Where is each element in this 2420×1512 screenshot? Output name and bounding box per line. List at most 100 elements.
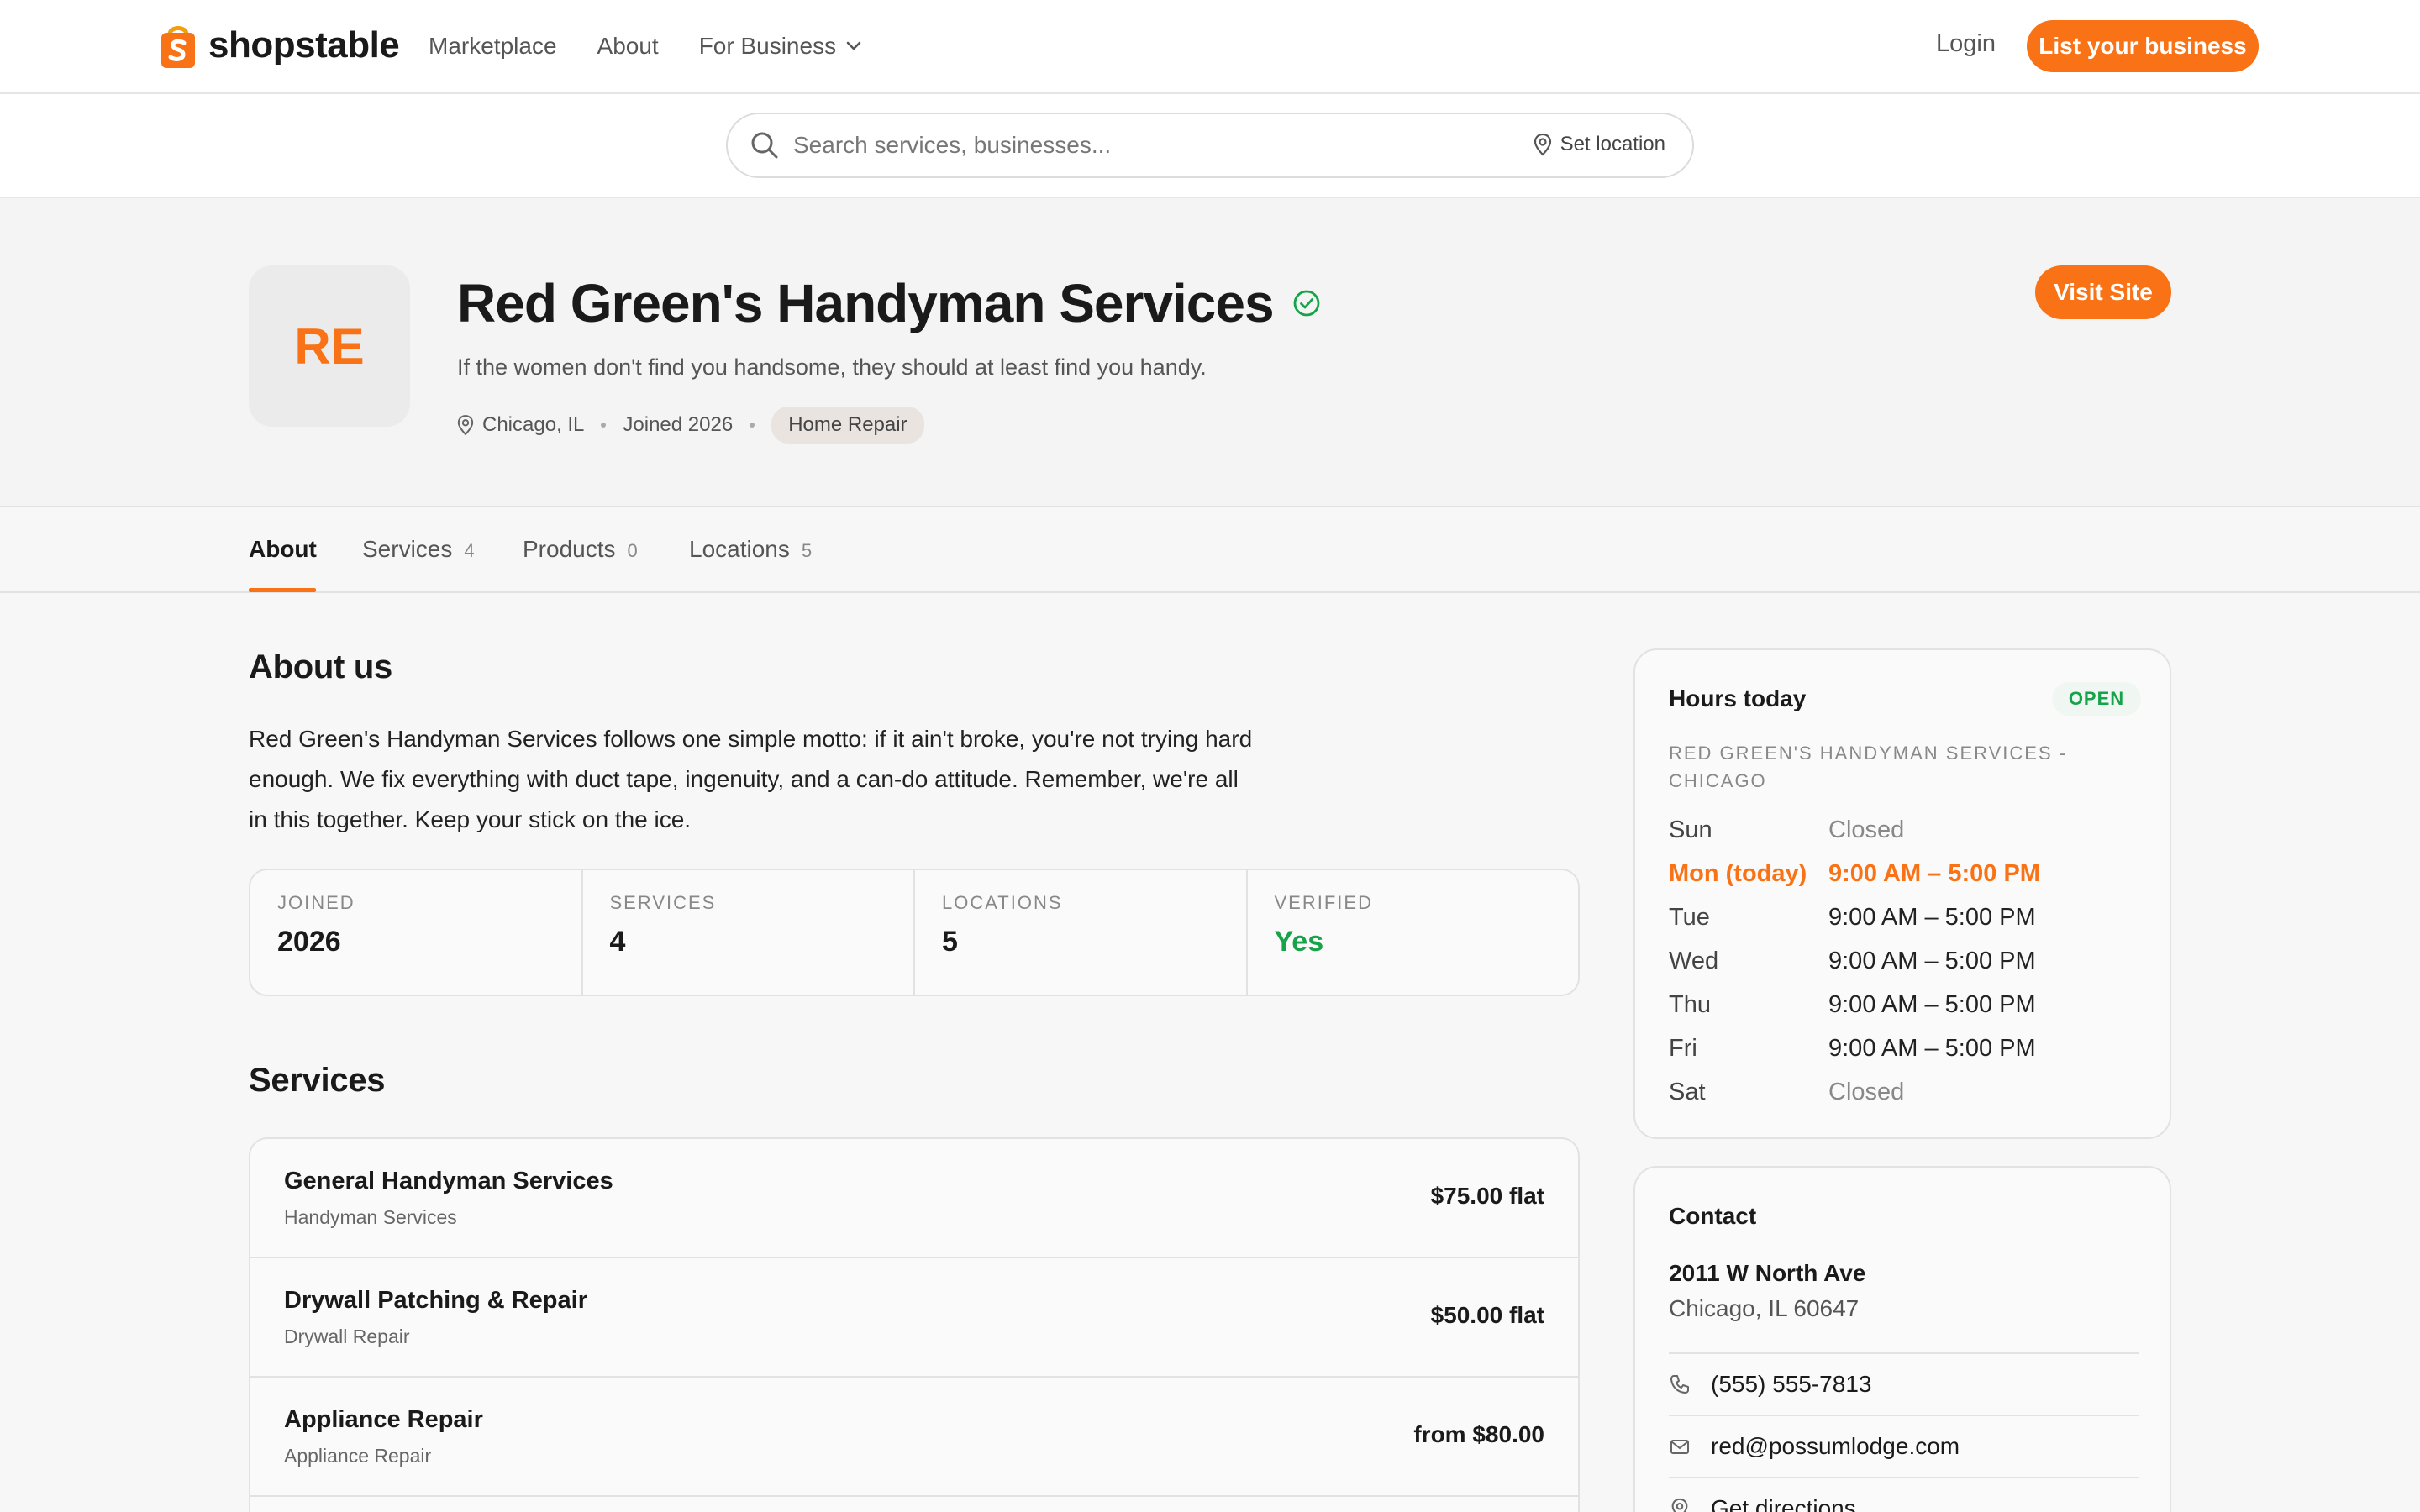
- set-location-button[interactable]: Set location: [1534, 133, 1665, 156]
- nav-link-for-business[interactable]: For Business: [699, 33, 861, 60]
- visit-site-button[interactable]: Visit Site: [2035, 265, 2171, 319]
- email-link[interactable]: red@possumlodge.com: [1669, 1415, 2139, 1477]
- hours-row: Thu 9:00 AM – 5:00 PM: [1669, 983, 2139, 1026]
- service-category: Drywall Repair: [284, 1326, 410, 1347]
- hours-day: Fri: [1669, 1034, 1697, 1062]
- hours-day: Mon (today): [1669, 859, 1807, 887]
- chevron-down-icon: [846, 41, 861, 50]
- tab-products[interactable]: Products 0: [523, 507, 638, 591]
- list-your-business-button[interactable]: List your business: [2027, 20, 2259, 72]
- tab-label: Services: [362, 536, 453, 562]
- hours-time: 9:00 AM – 5:00 PM: [1828, 859, 2040, 887]
- category-badge[interactable]: Home Repair: [771, 407, 924, 444]
- business-title: Red Green's Handyman Services: [457, 272, 1321, 334]
- stat-value: 2026: [277, 926, 341, 958]
- service-category: Appliance Repair: [284, 1445, 432, 1467]
- hours-time: 9:00 AM – 5:00 PM: [1828, 947, 2036, 974]
- hours-day: Sat: [1669, 1078, 1706, 1105]
- service-name: Drywall Patching & Repair: [284, 1287, 587, 1314]
- contact-card: Contact 2011 W North Ave Chicago, IL 606…: [1634, 1166, 2171, 1512]
- hours-time: 9:00 AM – 5:00 PM: [1828, 990, 2036, 1018]
- stat-locations: LOCATIONS 5: [915, 870, 1248, 995]
- services-heading: Services: [249, 1062, 386, 1099]
- tab-about[interactable]: About: [249, 507, 317, 591]
- hours-time: Closed: [1828, 1078, 1905, 1105]
- search-section: Set location: [0, 94, 2420, 198]
- service-price: $75.00 flat: [1430, 1183, 1544, 1209]
- get-directions-label: Get directions: [1711, 1495, 1856, 1512]
- tab-count: 0: [627, 540, 638, 561]
- open-status-badge: OPEN: [2052, 682, 2141, 716]
- set-location-label: Set location: [1560, 133, 1665, 155]
- tab-count: 4: [464, 540, 475, 561]
- tab-services[interactable]: Services 4: [362, 507, 475, 591]
- stat-verified: VERIFIED Yes: [1248, 870, 1579, 995]
- contact-title: Contact: [1669, 1203, 1757, 1229]
- phone-number: (555) 555-7813: [1711, 1371, 1872, 1397]
- brand-logo[interactable]: shopstable: [160, 17, 400, 74]
- location-pin-icon: [457, 415, 474, 436]
- location-pin-icon: [1671, 1498, 1688, 1512]
- address-city: Chicago, IL 60647: [1669, 1295, 1860, 1321]
- stat-joined: JOINED 2026: [250, 870, 583, 995]
- shopping-bag-icon: [160, 21, 197, 70]
- nav-link-for-business-label: For Business: [698, 33, 837, 59]
- hours-card: Hours today OPEN RED GREEN'S HANDYMAN SE…: [1634, 648, 2171, 1139]
- stat-services: SERVICES 4: [583, 870, 915, 995]
- stat-label: LOCATIONS: [942, 892, 1063, 913]
- service-row[interactable]: General Handyman Services Handyman Servi…: [250, 1139, 1578, 1258]
- tab-locations[interactable]: Locations 5: [689, 507, 812, 591]
- top-navbar: shopstable Marketplace About For Busines…: [0, 0, 2420, 94]
- business-tagline: If the women don't find you handsome, th…: [457, 354, 1207, 380]
- business-name: Red Green's Handyman Services: [457, 273, 1275, 333]
- address-street: 2011 W North Ave: [1669, 1260, 1866, 1286]
- brand-name: shopstable: [208, 24, 400, 66]
- business-meta: Chicago, IL Joined 2026 Home Repair: [457, 407, 924, 444]
- about-heading: About us: [249, 648, 392, 685]
- business-avatar: RE: [249, 265, 410, 427]
- tab-label: About: [249, 536, 317, 562]
- main-nav: Marketplace About For Business: [429, 0, 861, 92]
- services-list: General Handyman Services Handyman Servi…: [249, 1137, 1580, 1512]
- phone-link[interactable]: (555) 555-7813: [1669, 1352, 2139, 1415]
- hours-row-today: Mon (today) 9:00 AM – 5:00 PM: [1669, 852, 2139, 895]
- search-input[interactable]: [793, 132, 1516, 159]
- login-link[interactable]: Login: [1936, 30, 1996, 58]
- hours-time: 9:00 AM – 5:00 PM: [1828, 1034, 2036, 1062]
- hours-day: Wed: [1669, 947, 1719, 974]
- stat-label: JOINED: [277, 892, 355, 913]
- hours-time: 9:00 AM – 5:00 PM: [1828, 903, 2036, 931]
- hours-row: Sat Closed: [1669, 1070, 2139, 1114]
- service-name: Appliance Repair: [284, 1406, 483, 1433]
- verified-check-icon: [1293, 290, 1319, 317]
- business-joined: Joined 2026: [623, 413, 734, 436]
- service-price: from $80.00: [1413, 1421, 1544, 1447]
- stat-label: VERIFIED: [1274, 892, 1373, 913]
- stat-value: 4: [609, 926, 626, 958]
- get-directions-link[interactable]: Get directions: [1669, 1477, 2139, 1512]
- search-bar: Set location: [726, 113, 1694, 178]
- hours-day: Tue: [1669, 903, 1710, 931]
- stat-value: Yes: [1274, 926, 1324, 958]
- hours-time: Closed: [1828, 816, 1905, 843]
- stat-label: SERVICES: [609, 892, 717, 913]
- email-address: red@possumlodge.com: [1711, 1433, 1960, 1459]
- active-tab-indicator: [249, 588, 316, 592]
- hours-title: Hours today: [1669, 685, 1807, 711]
- service-row[interactable]: Appliance Repair Appliance Repair from $…: [250, 1378, 1578, 1497]
- phone-icon: [1670, 1375, 1689, 1394]
- service-row[interactable]: Drywall Patching & Repair Drywall Repair…: [250, 1258, 1578, 1378]
- hours-location-name: RED GREEN'S HANDYMAN SERVICES - CHICAGO: [1669, 743, 2068, 791]
- hours-row: Tue 9:00 AM – 5:00 PM: [1669, 895, 2139, 939]
- business-header: RE Red Green's Handyman Services If the …: [0, 198, 2420, 507]
- service-name: General Handyman Services: [284, 1168, 613, 1194]
- nav-link-marketplace[interactable]: Marketplace: [429, 33, 557, 60]
- separator-dot: [750, 423, 755, 428]
- service-price: $50.00 flat: [1430, 1302, 1544, 1328]
- business-tabs: About Services 4 Products 0 Locations 5: [0, 507, 2420, 593]
- business-location-text: Chicago, IL: [482, 413, 585, 436]
- service-category: Handyman Services: [284, 1206, 457, 1228]
- nav-link-about[interactable]: About: [597, 33, 659, 60]
- separator-dot: [601, 423, 607, 428]
- tab-label: Locations: [689, 536, 790, 562]
